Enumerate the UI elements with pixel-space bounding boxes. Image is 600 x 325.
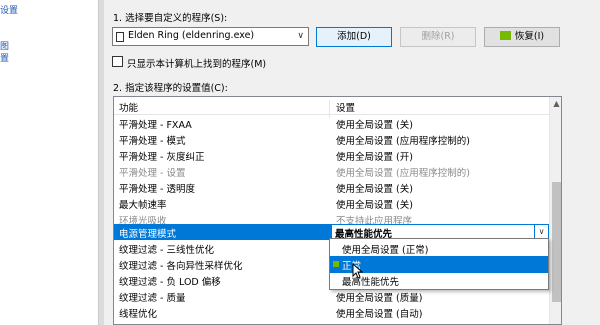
feature-cell: 平滑处理 - 模式 bbox=[119, 136, 186, 147]
setting-cell: 使用全局设置 (质量) bbox=[336, 293, 423, 304]
setting-cell: 使用全局设置 (开) bbox=[336, 152, 413, 163]
option-global-normal[interactable]: 使用全局设置 (正常) bbox=[330, 240, 548, 257]
setting-cell: 使用全局设置 (自动) bbox=[336, 309, 423, 320]
program-selected-value: Elden Ring (eldenring.exe) bbox=[128, 30, 255, 41]
table-row[interactable]: 最大帧速率 使用全局设置 (关) bbox=[114, 195, 549, 211]
mouse-pointer-icon bbox=[352, 263, 364, 279]
setting-cell: 使用全局设置 (应用程序控制的) bbox=[336, 168, 470, 179]
feature-cell: 纹理过滤 - 各向异性采样优化 bbox=[119, 261, 243, 272]
program-dropdown[interactable]: Elden Ring (eldenring.exe) ∨ bbox=[112, 27, 309, 46]
feature-cell: 线程优化 bbox=[119, 309, 158, 320]
grid-header: 功能 设置 bbox=[114, 97, 549, 118]
feature-cell: 最大帧速率 bbox=[119, 200, 167, 211]
step1-label: 1. 选择要自定义的程序(S): bbox=[113, 13, 228, 24]
table-row[interactable]: 平滑处理 - 灰度纠正 使用全局设置 (开) bbox=[114, 147, 549, 163]
program-icon bbox=[116, 32, 124, 42]
feature-cell: 纹理过滤 - 负 LOD 偏移 bbox=[119, 277, 221, 288]
scroll-up-icon[interactable]: ▲ bbox=[550, 99, 561, 108]
chevron-down-icon: ∨ bbox=[297, 31, 304, 41]
setting-cell: 使用全局设置 (应用程序控制的) bbox=[336, 136, 470, 147]
left-nav-link-3[interactable]: 置 bbox=[0, 51, 9, 64]
left-nav-link-1[interactable]: 设置 bbox=[0, 3, 18, 16]
feature-cell: 平滑处理 - 透明度 bbox=[119, 184, 195, 195]
table-row[interactable]: 平滑处理 - 模式 使用全局设置 (应用程序控制的) bbox=[114, 131, 549, 147]
show-local-programs-label: 只显示本计算机上找到的程序(M) bbox=[127, 59, 267, 70]
add-button[interactable]: 添加(D) bbox=[316, 27, 392, 47]
vertical-scrollbar[interactable]: ▲ bbox=[549, 97, 561, 324]
nvidia-icon bbox=[333, 261, 339, 267]
feature-cell: 电源管理模式 bbox=[119, 229, 177, 240]
setting-cell: 使用全局设置 (关) bbox=[336, 200, 413, 211]
table-row[interactable]: 平滑处理 - 设置 使用全局设置 (应用程序控制的) bbox=[114, 163, 549, 179]
left-nav-pane: 设置 图 置 bbox=[0, 0, 98, 325]
feature-cell: 平滑处理 - FXAA bbox=[119, 120, 192, 131]
table-row[interactable]: 纹理过滤 - 质量 使用全局设置 (质量) bbox=[114, 288, 549, 304]
feature-cell: 平滑处理 - 设置 bbox=[119, 168, 186, 179]
table-row[interactable]: 平滑处理 - 透明度 使用全局设置 (关) bbox=[114, 179, 549, 195]
table-row[interactable]: 线程优化 使用全局设置 (自动) bbox=[114, 304, 549, 320]
restore-button-label: 恢复(I) bbox=[514, 31, 545, 42]
scrollbar-thumb[interactable] bbox=[552, 182, 561, 302]
step2-label: 2. 指定该程序的设置值(C): bbox=[113, 83, 228, 94]
feature-cell: 纹理过滤 - 质量 bbox=[119, 293, 186, 304]
delete-button[interactable]: 删除(R) bbox=[400, 27, 476, 47]
feature-cell: 平滑处理 - 灰度纠正 bbox=[119, 152, 205, 163]
show-local-programs-checkbox[interactable] bbox=[112, 56, 123, 67]
option-label: 最高性能优先 bbox=[342, 277, 400, 288]
feature-cell: 纹理过滤 - 三线性优化 bbox=[119, 245, 214, 256]
settings-grid: 功能 设置 平滑处理 - FXAA 使用全局设置 (关) 平滑处理 - 模式 使用全… bbox=[113, 96, 562, 325]
header-feature[interactable]: 功能 bbox=[119, 100, 138, 114]
setting-cell: 使用全局设置 (关) bbox=[336, 120, 413, 131]
setting-cell: 使用全局设置 (关) bbox=[336, 184, 413, 195]
nvidia-icon bbox=[499, 31, 511, 40]
chevron-down-icon[interactable]: ∨ bbox=[534, 225, 548, 239]
restore-button[interactable]: 恢复(I) bbox=[484, 27, 560, 47]
table-row[interactable]: 平滑处理 - FXAA 使用全局设置 (关) bbox=[114, 115, 549, 131]
option-label: 使用全局设置 (正常) bbox=[342, 245, 429, 256]
header-setting[interactable]: 设置 bbox=[336, 100, 355, 114]
